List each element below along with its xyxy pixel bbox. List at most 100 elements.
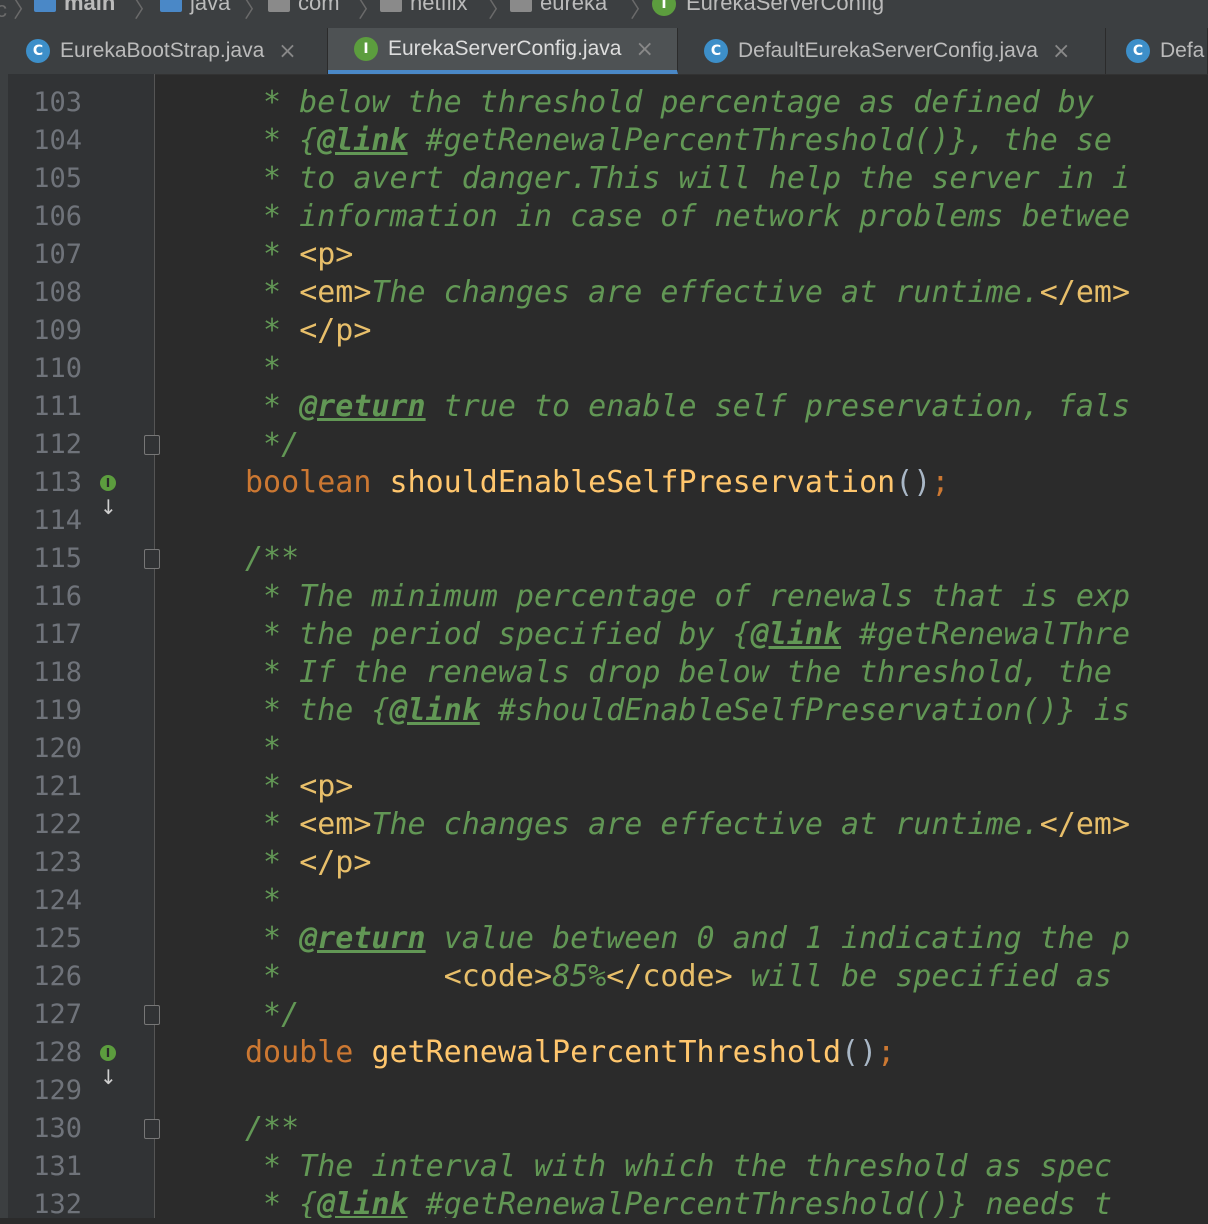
- code-line: * the period specified by {@link #getRen…: [245, 617, 1131, 652]
- line-number: 109: [33, 315, 82, 346]
- tab-label: DefaultEurekaServerConfig.java: [738, 39, 1038, 62]
- line-number-gutter[interactable]: 103 104 105 106 107 108 109 110 111 112 113 I↓ 114 11…: [8, 74, 160, 1220]
- line-number: 121: [33, 771, 82, 802]
- line-number: 118: [33, 657, 82, 688]
- implemented-down-arrow-icon[interactable]: I↓: [100, 470, 130, 519]
- line-number: 124: [33, 885, 82, 916]
- package-icon: [380, 0, 402, 13]
- code-line: * If the renewals drop below the thresho…: [245, 655, 1112, 690]
- breadcrumb-separator: 〉: [358, 0, 381, 22]
- breadcrumb-item-eureka[interactable]: eureka: [510, 0, 607, 16]
- tab-eurekabootstrap[interactable]: C EurekaBootStrap.java ×: [0, 28, 328, 74]
- breadcrumb-item-com[interactable]: com: [268, 0, 340, 16]
- code-line: * The interval with which the threshold …: [245, 1149, 1112, 1184]
- breadcrumb-separator: 〉: [630, 0, 653, 22]
- line-number: 131: [33, 1151, 82, 1182]
- tab-default-truncated[interactable]: C Defa: [1106, 28, 1208, 74]
- close-icon[interactable]: ×: [278, 39, 296, 64]
- code-line: * below the threshold percentage as defi…: [245, 85, 1094, 120]
- tab-defaulteurekaserverconfig[interactable]: C DefaultEurekaServerConfig.java ×: [678, 28, 1106, 74]
- breadcrumb-label: main: [64, 0, 116, 15]
- line-number: 128: [33, 1037, 82, 1068]
- line-number: 114: [33, 505, 82, 536]
- code-line: double getRenewalPercentThreshold();: [245, 1035, 896, 1070]
- code-line: *: [245, 351, 282, 386]
- line-number: 111: [33, 391, 82, 422]
- code-line: * <em>The changes are effective at runti…: [245, 807, 1131, 842]
- interface-icon: I: [354, 37, 378, 61]
- code-line: * {@link #getRenewalPercentThreshold()} …: [245, 1187, 1112, 1218]
- line-number: 127: [33, 999, 82, 1030]
- tab-label: EurekaBootStrap.java: [60, 39, 265, 62]
- code-line: * {@link #getRenewalPercentThreshold()},…: [245, 123, 1112, 158]
- line-number: 123: [33, 847, 82, 878]
- code-line: * <em>The changes are effective at runti…: [245, 275, 1131, 310]
- folder-icon: [160, 0, 182, 13]
- code-line: * </p>: [245, 313, 372, 348]
- tab-eurekaserverconfig[interactable]: I EurekaServerConfig.java ×: [328, 28, 678, 74]
- breadcrumb-separator: c 〉: [0, 0, 36, 22]
- code-line: * to avert danger.This will help the ser…: [245, 161, 1131, 196]
- breadcrumb-label: com: [298, 0, 340, 15]
- line-number: 110: [33, 353, 82, 384]
- code-line: */: [245, 427, 300, 462]
- breadcrumb-separator: 〉: [488, 0, 511, 22]
- line-number: 130: [33, 1113, 82, 1144]
- project-panel-edge[interactable]: [0, 74, 8, 1218]
- breadcrumb-item-eurekaserverconfig[interactable]: I EurekaServerConfig: [652, 0, 885, 17]
- code-line: */: [245, 997, 300, 1032]
- breadcrumb-label: java: [190, 0, 231, 15]
- code-line: /**: [245, 541, 300, 576]
- code-editor[interactable]: * below the threshold percentage as defi…: [155, 74, 1208, 1218]
- code-line: * @return true to enable self preservati…: [245, 389, 1131, 424]
- line-number: 103: [33, 87, 82, 118]
- code-line: * The minimum percentage of renewals tha…: [245, 579, 1131, 614]
- class-icon: C: [704, 39, 728, 63]
- line-number: 105: [33, 163, 82, 194]
- tab-label: Defa: [1160, 39, 1205, 62]
- line-number: 113: [33, 467, 82, 498]
- line-number: 132: [33, 1189, 82, 1220]
- class-icon: C: [26, 39, 50, 63]
- breadcrumb-label: EurekaServerConfig: [686, 0, 885, 15]
- line-number: 126: [33, 961, 82, 992]
- code-line: *: [245, 731, 282, 766]
- line-number: 120: [33, 733, 82, 764]
- line-number: 117: [33, 619, 82, 650]
- package-icon: [268, 0, 290, 13]
- editor-tabs: C EurekaBootStrap.java × I EurekaServerC…: [0, 28, 1208, 75]
- code-line: boolean shouldEnableSelfPreservation();: [245, 465, 950, 500]
- line-number: 116: [33, 581, 82, 612]
- line-number: 107: [33, 239, 82, 270]
- code-line: * </p>: [245, 845, 372, 880]
- close-icon[interactable]: ×: [1052, 39, 1070, 64]
- breadcrumb: c 〉 main 〉 java 〉 com 〉 netflix 〉 eureka…: [0, 0, 1208, 28]
- breadcrumb-item-java[interactable]: java: [160, 0, 230, 16]
- line-number: 119: [33, 695, 82, 726]
- code-line: /**: [245, 1111, 300, 1146]
- class-icon: C: [1126, 39, 1150, 63]
- breadcrumb-separator: 〉: [134, 0, 157, 22]
- line-number: 115: [33, 543, 82, 574]
- folder-icon: [34, 0, 56, 13]
- breadcrumb-item-main[interactable]: main: [34, 0, 115, 16]
- line-number: 104: [33, 125, 82, 156]
- code-line: *: [245, 883, 282, 918]
- code-line: * @return value between 0 and 1 indicati…: [245, 921, 1131, 956]
- line-number: 106: [33, 201, 82, 232]
- interface-icon: I: [652, 0, 676, 17]
- line-number: 125: [33, 923, 82, 954]
- tab-label: EurekaServerConfig.java: [388, 37, 622, 60]
- package-icon: [510, 0, 532, 13]
- close-icon[interactable]: ×: [635, 37, 653, 62]
- breadcrumb-item-netflix[interactable]: netflix: [380, 0, 467, 16]
- line-number: 112: [33, 429, 82, 460]
- line-number: 122: [33, 809, 82, 840]
- breadcrumb-label: eureka: [540, 0, 608, 15]
- code-line: * <p>: [245, 769, 354, 804]
- breadcrumb-label: netflix: [410, 0, 468, 15]
- code-line: * <p>: [245, 237, 354, 272]
- code-line: * <code>85%</code> will be specified as: [245, 959, 1112, 994]
- implemented-down-arrow-icon[interactable]: I↓: [100, 1040, 130, 1089]
- code-line: * the {@link #shouldEnableSelfPreservati…: [245, 693, 1131, 728]
